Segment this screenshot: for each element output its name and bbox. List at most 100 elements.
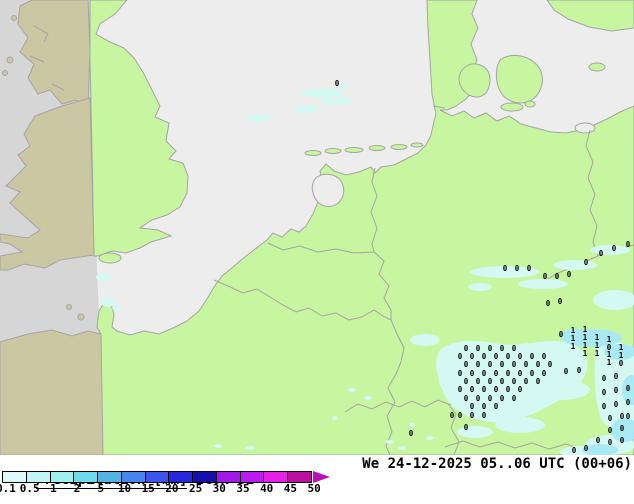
station-value: 0 — [458, 369, 463, 378]
station-value: 0 — [620, 424, 625, 433]
weather-map-page: { "legend": { "title": "Precipitation [m… — [0, 0, 634, 495]
station-value: 0 — [482, 352, 487, 361]
station-value: 0 — [620, 436, 625, 445]
station-value: 0 — [482, 385, 487, 394]
station-value: 0 — [518, 369, 523, 378]
station-value: 0 — [470, 411, 475, 420]
station-value: 0 — [599, 249, 604, 258]
station-value: 0 — [602, 374, 607, 383]
station-value: 0 — [626, 240, 631, 249]
station-value: 0 — [524, 377, 529, 386]
oder-lagoon — [574, 122, 596, 134]
station-value: 0 — [470, 352, 475, 361]
brittany-out-domain — [0, 329, 104, 455]
station-value: 0 — [543, 272, 548, 281]
colorbar-segment — [263, 472, 288, 482]
wadden-island — [324, 148, 342, 154]
wadden-island — [368, 145, 386, 151]
station-value: 1 — [595, 349, 600, 358]
station-value: 1 — [607, 358, 612, 367]
colorbar-segment — [215, 472, 240, 482]
station-value: 0 — [524, 360, 529, 369]
scottish-isle — [11, 15, 17, 21]
colorbar-segment — [239, 472, 264, 482]
station-value: 0 — [542, 352, 547, 361]
ijsselmeer-lake — [311, 173, 345, 207]
station-value: 0 — [584, 258, 589, 267]
station-value: 0 — [512, 377, 517, 386]
station-value: 0 — [626, 384, 631, 393]
station-value: 0 — [464, 394, 469, 403]
station-value: 0 — [494, 385, 499, 394]
colorbar-segment — [3, 472, 26, 482]
station-value: 0 — [602, 402, 607, 411]
station-value: 0 — [488, 344, 493, 353]
station-value: 0 — [500, 394, 505, 403]
station-value: 0 — [500, 344, 505, 353]
station-value: 0 — [612, 244, 617, 253]
station-value: 0 — [494, 352, 499, 361]
wadden-island — [410, 142, 424, 148]
station-value: 0 — [614, 386, 619, 395]
colorbar-segment — [97, 472, 121, 482]
station-value: 0 — [512, 360, 517, 369]
station-value: 0 — [494, 369, 499, 378]
station-value: 0 — [626, 412, 631, 421]
station-value: 0 — [464, 360, 469, 369]
station-value: 0 — [500, 377, 505, 386]
colorbar-segment — [168, 472, 193, 482]
station-value: 0 — [558, 297, 563, 306]
lolland-island — [500, 102, 524, 112]
colorbar-segment — [120, 472, 145, 482]
station-value: 0 — [500, 360, 505, 369]
wadden-island — [344, 147, 364, 153]
station-value: 0 — [527, 264, 532, 273]
station-value: 0 — [518, 385, 523, 394]
station-value: 0 — [482, 369, 487, 378]
station-value: 0 — [476, 394, 481, 403]
station-value: 0 — [488, 394, 493, 403]
station-value: 0 — [512, 394, 517, 403]
valid-time-label: We 24-12-2025 05..06 UTC (00+06) — [362, 456, 632, 472]
channel-island — [66, 304, 72, 310]
station-value: 0 — [619, 359, 624, 368]
station-value: 0 — [512, 344, 517, 353]
colorbar-segment — [49, 472, 74, 482]
colorbar-segment — [192, 472, 216, 482]
station-value: 0 — [470, 402, 475, 411]
station-value: 0 — [572, 446, 577, 455]
station-value: 0 — [546, 299, 551, 308]
colorbar-tick-labels: 0.10.5125101520253035404550 — [0, 482, 360, 495]
moen-island — [588, 62, 606, 72]
station-value: 0 — [620, 412, 625, 421]
station-value: 0 — [482, 411, 487, 420]
wadden-island — [304, 150, 322, 156]
colorbar-tick: 50 — [307, 482, 321, 495]
station-value: 0 — [608, 438, 613, 447]
station-value: 0 — [536, 377, 541, 386]
station-value: 0 — [602, 388, 607, 397]
scottish-isle — [2, 70, 8, 76]
colorbar-segment — [25, 472, 50, 482]
station-value: 0 — [608, 414, 613, 423]
station-value: 0 — [494, 402, 499, 411]
station-value: 0 — [476, 344, 481, 353]
station-value: 0 — [335, 79, 340, 88]
station-value: 0 — [482, 402, 487, 411]
wadden-island — [390, 144, 408, 150]
station-value: 0 — [458, 352, 463, 361]
station-value: 0 — [506, 369, 511, 378]
colorbar-segment — [144, 472, 169, 482]
station-value: 0 — [567, 270, 572, 279]
station-value: 0 — [626, 398, 631, 407]
station-value: 1 — [583, 349, 588, 358]
station-value: 0 — [515, 264, 520, 273]
station-value: 1 — [571, 342, 576, 351]
station-value: 0 — [464, 423, 469, 432]
legend-footer: Precipitation [mm]ICON-D2 We 24-12-2025 … — [0, 455, 634, 495]
station-value: 0 — [506, 352, 511, 361]
station-value: 0 — [608, 426, 613, 435]
station-value: 0 — [536, 360, 541, 369]
station-value: 0 — [559, 330, 564, 339]
station-value: 0 — [470, 385, 475, 394]
